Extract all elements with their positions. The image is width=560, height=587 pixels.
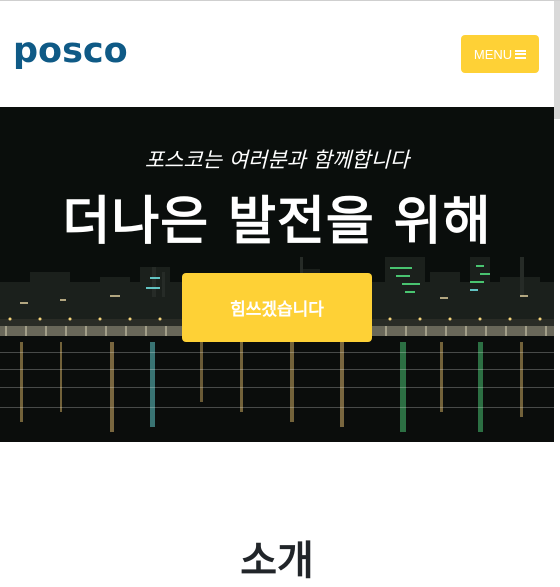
menu-button[interactable]: MENU <box>461 35 539 73</box>
navbar: posco MENU <box>0 1 560 107</box>
scrollbar[interactable] <box>554 1 560 119</box>
hamburger-icon <box>515 49 527 59</box>
hero-subtitle: 포스코는 여러분과 함께합니다 <box>144 148 410 172</box>
menu-label: MENU <box>473 46 513 62</box>
posco-logo[interactable]: posco <box>13 31 128 71</box>
hero-cta-button[interactable]: 힘쓰겠습니다 <box>182 273 372 342</box>
page: posco MENU 포스코는 여러분과 함께합니다 더나은 발전을 위해 힘쓰… <box>0 0 560 587</box>
hero-title: 더나은 발전을 위해 <box>62 192 492 252</box>
about-section-heading: 소개 <box>240 538 314 584</box>
hero-section: 포스코는 여러분과 함께합니다 더나은 발전을 위해 힘쓰겠습니다 <box>0 107 554 442</box>
